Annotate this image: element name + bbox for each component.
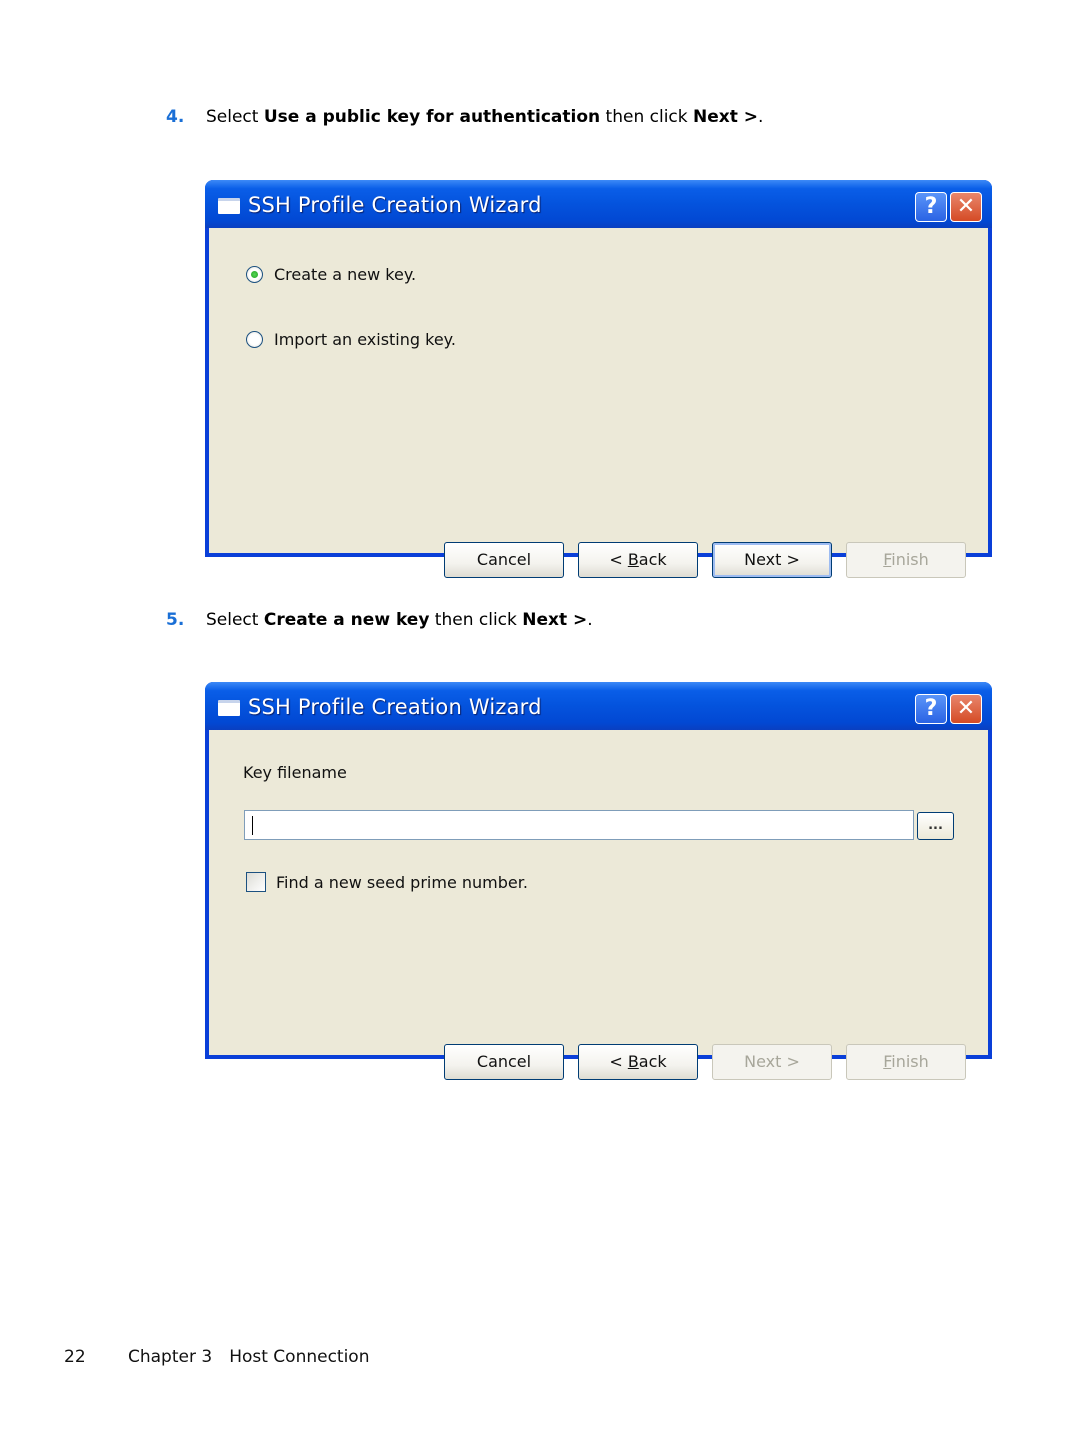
seed-prime-checkbox[interactable] [246,872,266,892]
window-icon [218,700,240,716]
page-footer: 22 Chapter 3 Host Connection [64,1347,370,1367]
radio-label: Create a new key. [274,265,417,284]
step-text: Select Use a public key for authenticati… [206,107,763,127]
text-caret [252,816,253,835]
step-number: 5. [166,610,185,630]
step-option-name: Create a new key [263,610,430,630]
step-text-suffix: . [587,610,593,630]
title-bar[interactable]: SSH Profile Creation Wizard ? ✕ [205,180,992,228]
dialog-body: Key filename ... Find a new seed prime n… [209,730,988,1080]
seed-prime-checkbox-row[interactable]: Find a new seed prime number. [246,872,528,892]
radio-button-selected-icon[interactable] [246,266,263,283]
dialog-body: Create a new key. Import an existing key… [209,228,988,578]
back-rest: ack [638,1052,667,1071]
ssh-wizard-dialog-key-filename: SSH Profile Creation Wizard ? ✕ Key file… [205,682,992,1080]
step-text: Select Create a new key then click Next … [206,610,593,630]
step-4-instruction: 4. Select Use a public key for authentic… [166,107,763,127]
window-title: SSH Profile Creation Wizard [248,193,542,217]
next-button[interactable]: Next > [712,1044,832,1080]
step-text-suffix: . [758,107,764,127]
finish-rest: inish [891,1052,929,1071]
step-text-prefix: Select [206,107,264,127]
next-button[interactable]: Next > [712,542,832,578]
section-title: Host Connection [229,1347,370,1367]
step-option-name: Use a public key for authentication [263,107,601,127]
window-icon [218,198,240,214]
step-number: 4. [166,107,185,127]
finish-button[interactable]: Finish [846,542,966,578]
back-prefix: < [609,550,628,569]
finish-rest: inish [891,550,929,569]
step-text-middle: then click [429,610,523,630]
finish-button[interactable]: Finish [846,1044,966,1080]
radio-create-new-key[interactable]: Create a new key. [246,265,416,284]
browse-button[interactable]: ... [917,812,954,840]
step-text-middle: then click [600,107,694,127]
page-number: 22 [64,1347,86,1367]
back-mnemonic: B [627,550,639,569]
key-filename-label: Key filename [243,763,347,782]
back-button[interactable]: < Back [578,1044,698,1080]
radio-dot-icon [251,271,258,278]
step-button-name: Next > [522,610,588,630]
cancel-button[interactable]: Cancel [444,1044,564,1080]
back-prefix: < [609,1052,628,1071]
help-button[interactable]: ? [915,694,947,724]
radio-import-existing-key[interactable]: Import an existing key. [246,330,456,349]
window-title: SSH Profile Creation Wizard [248,695,542,719]
cancel-button[interactable]: Cancel [444,542,564,578]
key-filename-input[interactable] [244,810,914,840]
title-bar[interactable]: SSH Profile Creation Wizard ? ✕ [205,682,992,730]
radio-label: Import an existing key. [274,330,456,349]
help-button[interactable]: ? [915,192,947,222]
back-button[interactable]: < Back [578,542,698,578]
ssh-wizard-dialog-key-choice: SSH Profile Creation Wizard ? ✕ Create a… [205,180,992,578]
step-5-instruction: 5. Select Create a new key then click Ne… [166,610,593,630]
radio-button-icon[interactable] [246,331,263,348]
close-button[interactable]: ✕ [950,694,982,724]
chapter-label: Chapter 3 [128,1347,213,1367]
close-button[interactable]: ✕ [950,192,982,222]
back-rest: ack [638,550,667,569]
seed-prime-checkbox-label: Find a new seed prime number. [276,872,528,892]
step-button-name: Next > [693,107,759,127]
step-text-prefix: Select [206,610,264,630]
back-mnemonic: B [627,1052,639,1071]
